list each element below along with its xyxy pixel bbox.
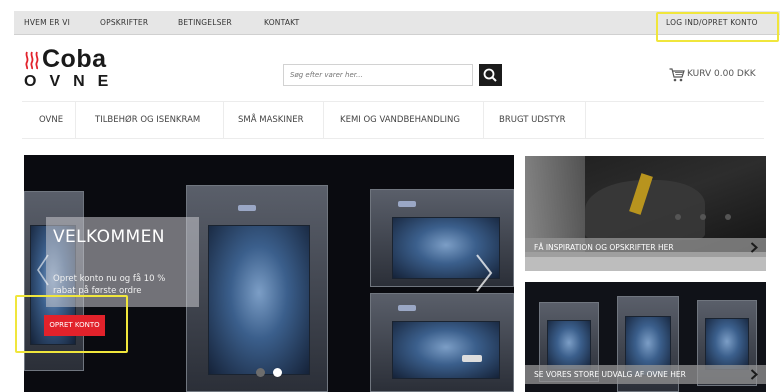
ovens-caption-text: SE VORES STORE UDVALG AF OVNE HER [534,370,686,379]
nav-divider [323,102,324,138]
logo-subword: OVNE [24,73,122,90]
inspiration-caption-text: FÅ INSPIRATION OG OPSKRIFTER HER [534,243,674,252]
search-icon [483,68,497,82]
logo-word: Coba [42,45,107,73]
nav-divider [223,102,224,138]
ovens-caption[interactable]: SE VORES STORE UDVALG AF OVNE HER [525,365,766,384]
chevron-right-icon [750,369,758,380]
search-button[interactable] [479,64,502,86]
nav-item-kemi[interactable]: KEMI OG VANDBEHANDLING [340,102,460,138]
nav-item-sma-maskiner[interactable]: SMÅ MASKINER [238,102,304,138]
login-highlight-box [656,12,779,42]
top-link-hvem-er-vi[interactable]: HVEM ER VI [24,11,70,35]
flame-icon [25,51,39,70]
top-link-opskrifter[interactable]: OPSKRIFTER [100,11,148,35]
inspiration-caption[interactable]: FÅ INSPIRATION OG OPSKRIFTER HER [525,238,766,257]
welcome-text: Opret konto nu og få 10 % rabat på først… [53,274,166,296]
slider-dot-1[interactable] [256,368,265,377]
nav-item-ovne[interactable]: OVNE [39,102,63,138]
welcome-title: VELKOMMEN [53,227,165,247]
nav-divider [585,102,586,138]
nav-divider [483,102,484,138]
cart-label: KURV 0.00 DKK [687,69,756,79]
chevron-right-icon [750,242,758,253]
chevron-right-icon[interactable] [474,253,494,293]
inspiration-panel[interactable]: FÅ INSPIRATION OG OPSKRIFTER HER [525,156,766,271]
nav-item-brugt-udstyr[interactable]: BRUGT UDSTYR [499,102,566,138]
nav-item-tilbehor[interactable]: TILBEHØR OG ISENKRAM [95,102,200,138]
logo[interactable]: Coba OVNE [22,45,132,92]
ovens-panel[interactable]: SE VORES STORE UDVALG AF OVNE HER [525,282,766,392]
nav-divider [75,102,76,138]
main-nav: OVNE TILBEHØR OG ISENKRAM SMÅ MASKINER K… [22,101,764,139]
top-link-betingelser[interactable]: BETINGELSER [178,11,232,35]
hero-slider: VELKOMMEN Opret konto nu og få 10 % raba… [24,155,514,392]
chevron-left-icon[interactable] [36,253,50,287]
slider-dot-2[interactable] [273,368,282,377]
page: HVEM ER VI OPSKRIFTER BETINGELSER KONTAK… [0,0,782,392]
cta-highlight-box [15,295,128,353]
search-input[interactable] [283,64,473,86]
top-link-kontakt[interactable]: KONTAKT [264,11,299,35]
cart-icon [669,68,685,82]
